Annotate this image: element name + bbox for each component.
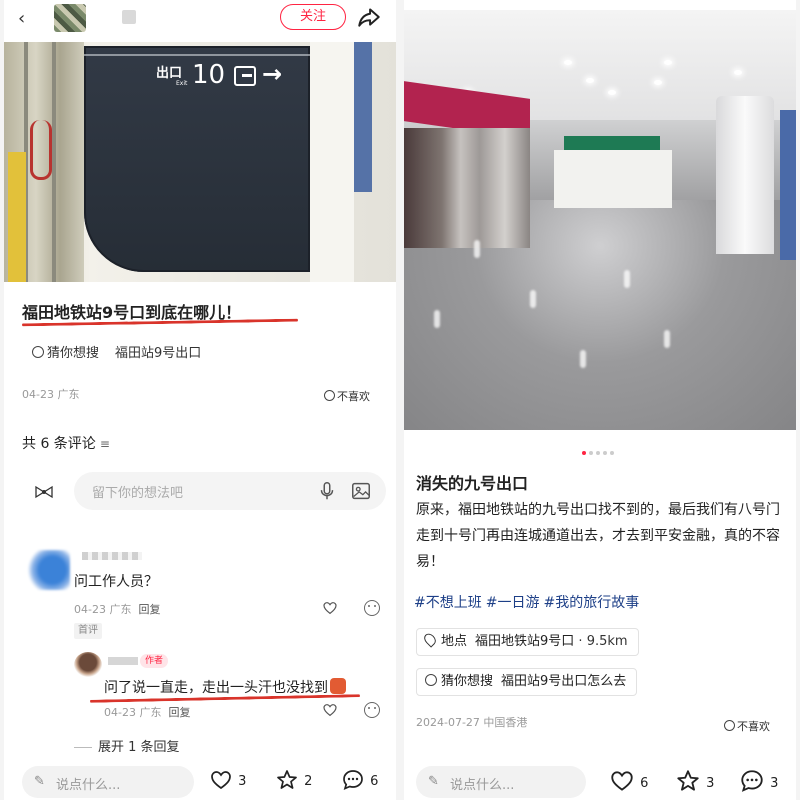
back-icon[interactable]: ‹ — [18, 8, 25, 29]
location-pin-icon — [421, 631, 439, 648]
heart-icon[interactable] — [322, 702, 338, 718]
top-bar: ‹ 关注 — [4, 0, 396, 38]
bottom-action-bar: ✎ 说点什么... 6 3 3 — [404, 752, 796, 800]
face-icon — [324, 390, 335, 401]
comment-text: 问工作人员？ — [74, 574, 158, 590]
author-reply-name-blurred — [108, 657, 138, 665]
suggest-label: 猜你想搜 — [47, 346, 100, 361]
author-avatar[interactable] — [54, 4, 86, 32]
exit-sign-board: 出口 Exit 10 → — [84, 46, 310, 272]
hashtag[interactable]: #我的旅行故事 — [543, 595, 639, 611]
heart-icon — [211, 771, 231, 790]
pencil-icon: ✎ — [428, 774, 439, 789]
image-pager-dots — [582, 440, 617, 459]
author-badge: 作者 — [140, 654, 169, 668]
location-chip[interactable]: 地点 福田地铁站9号口 · 9.5km — [416, 628, 639, 656]
dislike-face-icon[interactable] — [364, 702, 380, 718]
image-icon[interactable] — [350, 480, 372, 502]
star-icon — [677, 770, 699, 791]
post-title: 消失的九号出口 — [416, 474, 529, 493]
like-button[interactable]: 6 — [608, 768, 648, 794]
first-comment-tag: 首评 — [74, 623, 102, 639]
post-photo-station-corridor[interactable] — [404, 10, 796, 430]
left-post-screen: ‹ 关注 出口 Exit 10 → 福田地铁站9号口到底在哪儿！ 猜你想搜 福田站… — [4, 0, 396, 800]
search-icon — [32, 346, 44, 358]
comment-bubble-icon — [343, 770, 363, 790]
suggest-term[interactable]: 福田站9号出口 — [115, 346, 201, 361]
post-body: 原来，福田地铁站的九号出口找不到的，最后我们有八号门走到十号门再由连城通道出去，… — [416, 502, 780, 570]
comment-input[interactable]: 留下你的想法吧 — [74, 472, 386, 510]
comment-bubble-icon — [741, 770, 763, 792]
search-suggestion-chip[interactable]: 猜你想搜 福田站9号出口怎么去 — [416, 668, 638, 696]
bow-avatar-icon — [35, 485, 53, 499]
dislike-button[interactable]: 不喜欢 — [324, 388, 370, 404]
hashtag[interactable]: #不想上班 — [414, 595, 482, 611]
search-icon — [425, 674, 437, 686]
sort-icon[interactable]: ≡ — [100, 437, 110, 451]
favorite-button[interactable]: 3 — [674, 768, 714, 794]
comment-meta: 04-23 广东 回复 — [74, 603, 161, 616]
microphone-icon[interactable] — [316, 480, 338, 502]
author-reply-avatar[interactable] — [74, 652, 102, 678]
face-icon — [724, 720, 735, 731]
pencil-icon: ✎ — [34, 774, 45, 789]
reply-meta: 04-23 广东 回复 — [104, 706, 191, 719]
exit-door-icon — [234, 66, 256, 86]
heart-icon — [611, 771, 633, 791]
star-icon — [277, 770, 297, 789]
commenter-avatar[interactable] — [26, 550, 70, 590]
say-something-input[interactable]: ✎ 说点什么... — [22, 766, 194, 798]
share-icon[interactable] — [356, 4, 382, 30]
arrow-right-icon: → — [262, 60, 283, 88]
comment-count: 共 6 条评论 ≡ — [22, 436, 110, 452]
hashtag-list: #不想上班 #一日游 #我的旅行故事 — [414, 592, 643, 612]
post-photo-exit-sign[interactable]: 出口 Exit 10 → — [4, 42, 396, 282]
reply-button[interactable]: 回复 — [138, 603, 160, 616]
like-button[interactable]: 3 — [208, 768, 246, 792]
post-date-location: 04-23 广东 — [22, 388, 80, 401]
bottom-action-bar: ✎ 说点什么... 3 2 6 — [4, 752, 396, 800]
sign-exit-text: 出口 — [156, 66, 183, 81]
search-suggestion[interactable]: 猜你想搜 福田站9号出口 — [32, 342, 201, 361]
favorite-button[interactable]: 2 — [274, 768, 312, 792]
author-name-blurred — [122, 10, 136, 24]
heart-icon[interactable] — [322, 600, 338, 616]
comment-button[interactable]: 6 — [340, 768, 378, 792]
sweat-emoji-icon — [330, 678, 346, 694]
hashtag[interactable]: #一日游 — [486, 595, 540, 611]
comment-button[interactable]: 3 — [738, 768, 778, 794]
commenter-name-blurred — [82, 552, 142, 560]
follow-button[interactable]: 关注 — [280, 4, 346, 30]
sign-exit-number: 10 — [192, 60, 226, 90]
sign-exit-en: Exit — [176, 80, 188, 87]
post-date-location: 2024-07-27 中国香港 — [416, 716, 528, 729]
reply-text: 问了说一直走，走出一头汗也没找到 — [104, 677, 346, 697]
right-post-screen: 消失的九号出口 原来，福田地铁站的九号出口找不到的，最后我们有八号门走到十号门再… — [404, 0, 796, 800]
dislike-button[interactable]: 不喜欢 — [724, 718, 770, 734]
reply-button[interactable]: 回复 — [168, 706, 190, 719]
dislike-face-icon[interactable] — [364, 600, 380, 616]
glass-door — [4, 42, 84, 282]
say-something-input[interactable]: ✎ 说点什么... — [416, 766, 586, 798]
